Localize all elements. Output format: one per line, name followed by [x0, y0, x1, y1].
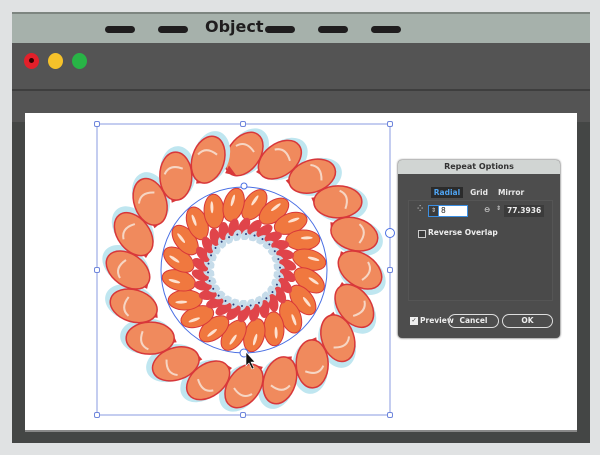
center-hole [214, 240, 274, 300]
resize-handle [387, 412, 393, 418]
minimize-button[interactable] [48, 53, 63, 69]
reverse-overlap-checkbox[interactable] [418, 230, 426, 238]
radius-handle[interactable] [240, 182, 248, 190]
radius-input[interactable]: 77.3936 p [504, 205, 544, 217]
resize-handle [94, 412, 100, 418]
resize-handle [387, 121, 393, 127]
maximize-button[interactable] [72, 53, 87, 69]
tab-mirror[interactable]: Mirror [495, 187, 527, 198]
instances-icon: ⁘ [417, 204, 424, 213]
resize-handle [94, 121, 100, 127]
menu-bar: Object [12, 12, 590, 43]
close-dot-icon [29, 58, 34, 63]
wave-dot [245, 233, 247, 235]
resize-handle [94, 267, 100, 273]
instances-handle[interactable] [385, 228, 395, 238]
menu-item-placeholder[interactable] [318, 26, 348, 33]
menu-item-placeholder[interactable] [371, 26, 401, 33]
repeat-options-dialog: Repeat Options Radial Grid Mirror ⁘ ⇕ 8 ⊖ … [398, 160, 560, 338]
tab-grid[interactable]: Grid [467, 187, 491, 198]
menu-item-object[interactable]: Object [205, 17, 264, 36]
dialog-title: Repeat Options [398, 160, 560, 174]
instances-input[interactable]: 8 [438, 205, 468, 217]
resize-handle [240, 412, 246, 418]
close-button[interactable] [24, 53, 39, 69]
menu-item-placeholder[interactable] [265, 26, 295, 33]
resize-handle [387, 267, 393, 273]
radius-icon: ⊖ [484, 205, 491, 214]
title-bar [12, 43, 590, 91]
resize-handle [240, 121, 246, 127]
fish-body [159, 151, 193, 201]
fish-body [313, 185, 363, 219]
preview-checkbox[interactable]: ✓ [410, 317, 418, 325]
ok-button[interactable]: OK [502, 314, 553, 328]
menu-item-placeholder[interactable] [158, 26, 188, 33]
mode-tabs: Radial Grid Mirror [398, 187, 560, 198]
cancel-button[interactable]: Cancel [448, 314, 499, 328]
tab-radial[interactable]: Radial [430, 187, 464, 198]
radius-stepper[interactable]: ⇕ [496, 205, 501, 212]
menu-item-placeholder[interactable] [105, 26, 135, 33]
fish-body [125, 321, 175, 355]
wave-dot [241, 305, 243, 307]
fish-body [295, 339, 329, 389]
reverse-overlap-label: Reverse Overlap [428, 228, 498, 237]
